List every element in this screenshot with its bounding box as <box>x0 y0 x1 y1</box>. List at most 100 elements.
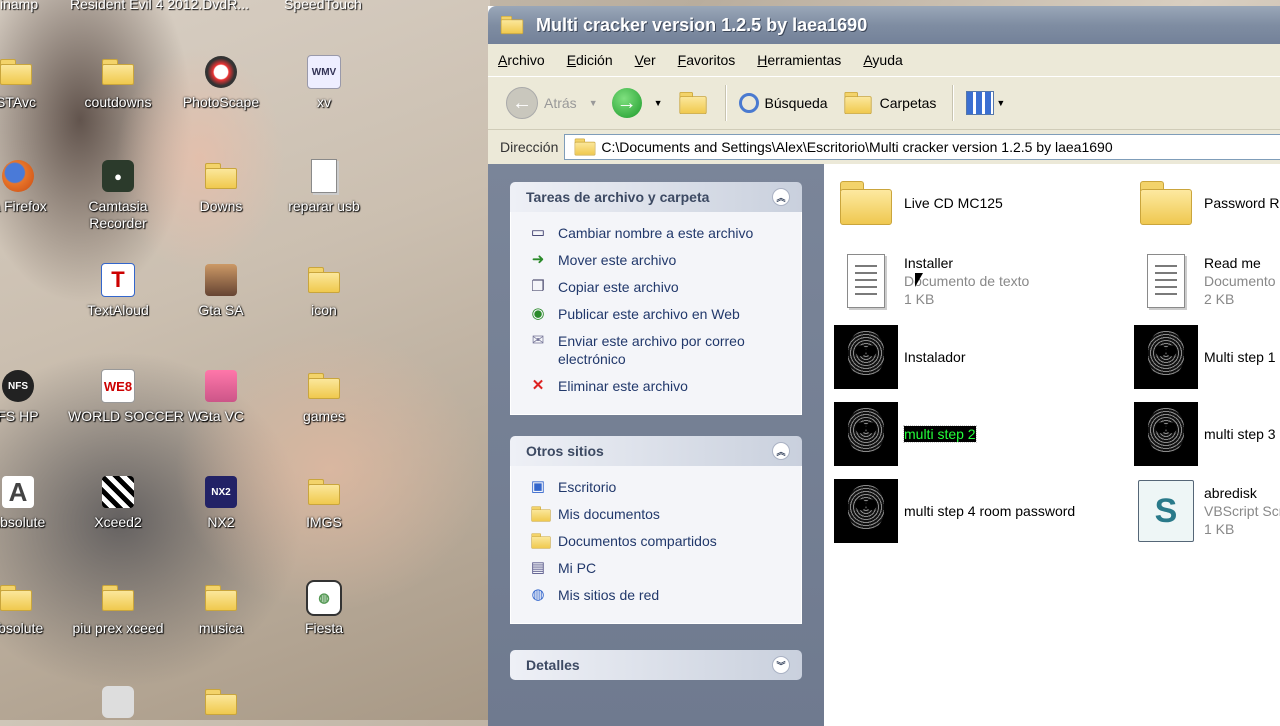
skull-icon <box>1134 402 1198 466</box>
desktop-icon[interactable]: la Firefox <box>0 158 68 215</box>
menu-ver[interactable]: Ver <box>635 52 656 68</box>
menu-favoritos[interactable]: Favoritos <box>678 52 736 68</box>
folders-button[interactable]: Carpetas <box>842 90 936 116</box>
details-panel: Detalles ︾ <box>510 650 802 680</box>
desktop-icon[interactable]: reparar usb <box>274 158 374 215</box>
desktop-icon[interactable]: IMGS <box>274 474 374 531</box>
desktop-icon[interactable]: WMV xv <box>274 54 374 111</box>
desktop-icon[interactable]: STAvc <box>0 54 66 111</box>
forward-button[interactable]: → ▼ <box>611 88 663 118</box>
desktop-icon[interactable] <box>68 684 168 720</box>
desktop-icon[interactable]: icon <box>274 262 374 319</box>
desktop-icon-label: Camtasia Recorder <box>88 198 148 231</box>
place-desktop[interactable]: ▣ Escritorio <box>527 478 801 496</box>
nfs-icon: NFS <box>2 370 34 402</box>
absolute-icon: A <box>2 476 34 508</box>
collapse-icon[interactable]: ︽ <box>772 188 790 206</box>
place-label: Mis sitios de red <box>558 587 660 603</box>
other-places-title: Otros sitios <box>526 443 604 459</box>
desktop-icon[interactable]: coutdowns <box>68 54 168 111</box>
file-tasks-header[interactable]: Tareas de archivo y carpeta ︽ <box>510 182 802 212</box>
place-my-documents[interactable]: Mis documentos <box>527 505 801 523</box>
toolbar: ← Atrás ▼ → ▼ Búsqueda Carpetas ▼ <box>488 77 1280 130</box>
desktop-icon[interactable]: ◍ Fiesta <box>274 580 374 637</box>
menu-ayuda[interactable]: Ayuda <box>863 52 902 68</box>
move-icon: ➜ <box>531 251 545 268</box>
place-label: Escritorio <box>558 479 617 495</box>
details-header[interactable]: Detalles ︾ <box>510 650 802 680</box>
file-item[interactable]: S abredisk VBScript Scr 1 KB <box>1132 478 1280 544</box>
text-document-icon <box>1147 254 1185 308</box>
task-publish[interactable]: ◉ Publicar este archivo en Web <box>527 305 801 323</box>
folders-icon <box>843 91 872 115</box>
file-tasks-body: ▭ Cambiar nombre a este archivo ➜ Mover es… <box>510 212 802 415</box>
fiesta-icon: ◍ <box>306 580 342 616</box>
title-bar[interactable]: Multi cracker version 1.2.5 by laea1690 <box>488 6 1280 44</box>
folder-icon <box>102 585 134 611</box>
file-type: VBScript Scr <box>1204 503 1280 519</box>
details-title: Detalles <box>526 657 580 673</box>
file-tasks-title: Tareas de archivo y carpeta <box>526 189 710 205</box>
collapse-icon[interactable]: ︽ <box>772 442 790 460</box>
desktop-icon[interactable]: Downs <box>171 158 271 215</box>
desktop-icon[interactable]: Absolute <box>0 580 66 637</box>
desktop-icon[interactable]: piu prex xceed <box>68 580 168 637</box>
task-email[interactable]: ✉ Enviar este archivo por correo electrón… <box>527 332 801 368</box>
task-move[interactable]: ➜ Mover este archivo <box>527 251 801 269</box>
desktop-icon[interactable]: T TextAloud <box>68 262 168 319</box>
file-item[interactable]: Multi step 1 <box>1132 324 1276 390</box>
task-delete[interactable]: ✕ Eliminar este archivo <box>527 377 801 395</box>
task-label: Eliminar este archivo <box>558 378 688 394</box>
search-button[interactable]: Búsqueda <box>738 93 828 113</box>
desktop-icon[interactable]: Gta SA <box>171 262 271 319</box>
desktop-icon[interactable]: NFS FS HP <box>0 368 68 425</box>
desktop-icon-label: xv <box>317 94 331 110</box>
desktop-icon[interactable]: Xceed2 <box>68 474 168 531</box>
desktop-icon[interactable] <box>171 684 271 720</box>
up-button[interactable] <box>677 90 709 116</box>
disk-icon <box>102 686 134 718</box>
desktop-icon[interactable]: A Absolute <box>0 474 68 531</box>
folder-icon <box>500 15 524 35</box>
desktop-icon[interactable]: NX2 NX2 <box>171 474 271 531</box>
task-label: Cambiar nombre a este archivo <box>558 225 754 241</box>
file-size: 1 KB <box>1204 521 1235 537</box>
expand-icon[interactable]: ︾ <box>772 656 790 674</box>
desktop-icon[interactable]: PhotoScape <box>171 54 271 111</box>
place-label: Documentos compartidos <box>558 533 717 549</box>
desktop-icon[interactable]: musica <box>171 580 271 637</box>
place-network[interactable]: ◍ Mis sitios de red <box>527 586 801 604</box>
task-rename[interactable]: ▭ Cambiar nombre a este archivo <box>527 224 801 242</box>
views-button[interactable]: ▼ <box>966 91 1005 115</box>
desktop-top-label: SpeedTouch <box>284 0 362 12</box>
text-document-icon <box>847 254 885 308</box>
menu-edicion[interactable]: Edición <box>567 52 613 68</box>
menu-archivo[interactable]: Archivo <box>498 52 545 68</box>
file-list: Live CD MC125 Password Re Installer Docu… <box>824 164 1280 726</box>
file-item[interactable]: multi step 4 room password <box>832 478 1075 544</box>
desktop-icon[interactable]: Gta VC <box>171 368 271 425</box>
file-item[interactable]: Instalador <box>832 324 965 390</box>
chevron-down-icon: ▼ <box>653 98 663 108</box>
back-button[interactable]: ← Atrás ▼ <box>506 87 598 119</box>
place-shared-documents[interactable]: Documentos compartidos <box>527 532 801 550</box>
file-item-selected[interactable]: multi step 2 <box>832 401 977 467</box>
file-item[interactable]: Installer Documento de texto 1 KB <box>832 248 1029 314</box>
desktop-icon-label: FS HP <box>0 408 39 424</box>
other-places-header[interactable]: Otros sitios ︽ <box>510 436 802 466</box>
desktop-icon[interactable]: games <box>274 368 374 425</box>
file-item[interactable]: Live CD MC125 <box>832 170 1003 236</box>
desktop-icon-label: NX2 <box>207 514 235 530</box>
file-item[interactable]: Read me Documento 2 KB <box>1132 248 1276 314</box>
address-field[interactable]: C:\Documents and Settings\Alex\Escritori… <box>564 134 1280 160</box>
file-item[interactable]: Password Re <box>1132 170 1280 236</box>
file-item[interactable]: multi step 3 <box>1132 401 1276 467</box>
file-name: multi step 3 <box>1204 426 1276 442</box>
task-copy[interactable]: ❐ Copiar este archivo <box>527 278 801 296</box>
menu-herramientas[interactable]: Herramientas <box>757 52 841 68</box>
folder-icon <box>205 163 237 189</box>
desktop-icon[interactable]: ● Camtasia Recorder <box>68 158 168 232</box>
email-icon: ✉ <box>531 332 545 349</box>
place-my-pc[interactable]: ▤ Mi PC <box>527 559 801 577</box>
desktop-icon[interactable]: WE8 WORLD SOCCER W... <box>68 368 212 425</box>
